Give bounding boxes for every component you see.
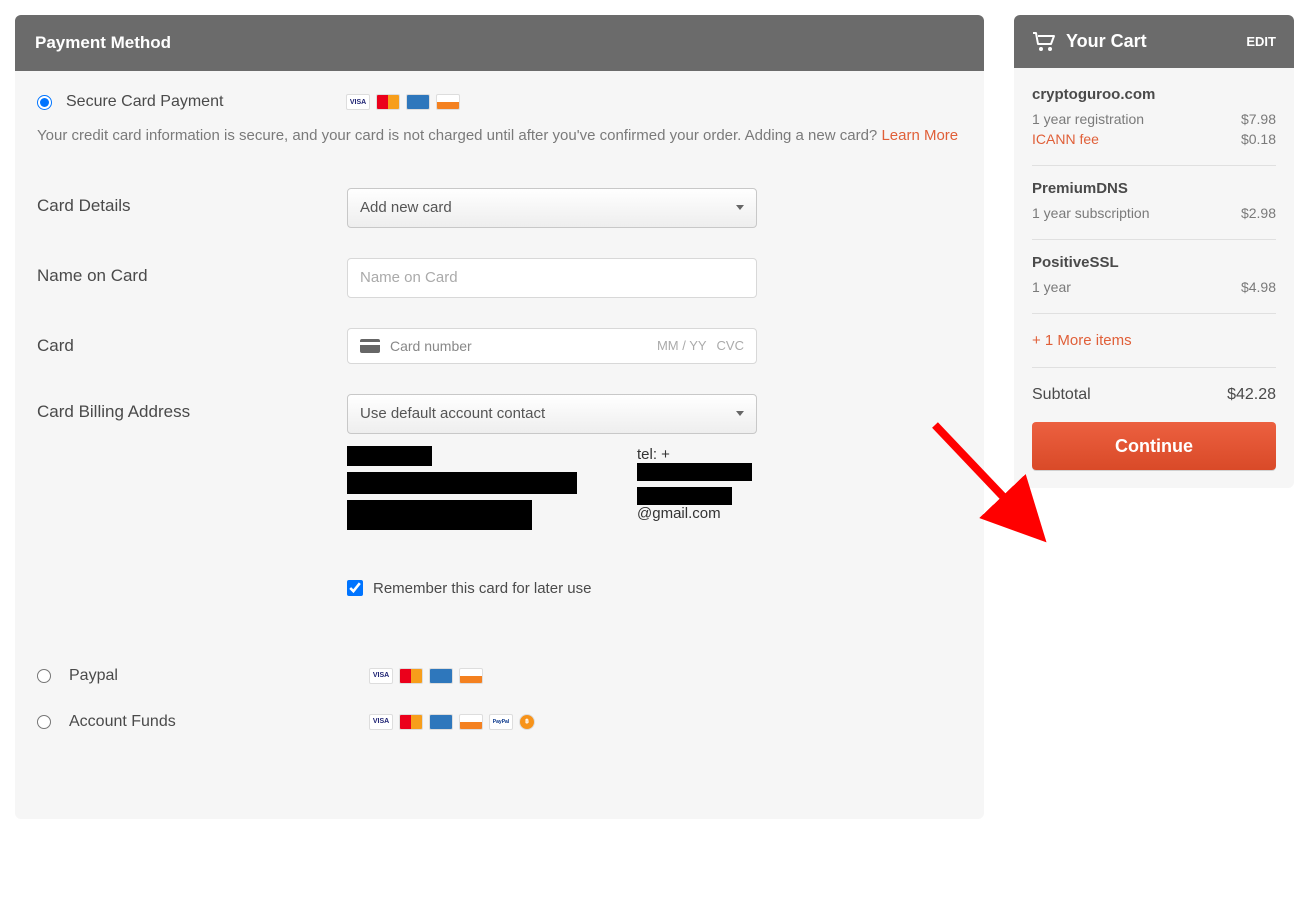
name-on-card-input[interactable] [347,258,757,298]
cart-item-line: 1 year$4.98 [1032,279,1276,295]
account-funds-radio[interactable] [37,715,51,729]
cart-item-line: ICANN fee$0.18 [1032,131,1276,147]
visa-icon: VISA [369,668,393,684]
cart-item-name: PositiveSSL [1032,254,1276,271]
cart-item-name: cryptoguroo.com [1032,86,1276,103]
billing-address-select[interactable]: Use default account contact [347,394,757,434]
paypal-radio[interactable] [37,669,51,683]
cart-item-line: 1 year subscription$2.98 [1032,205,1276,221]
cart-item: cryptoguroo.com 1 year registration$7.98 I… [1032,86,1276,166]
billing-address-label: Card Billing Address [37,394,347,422]
mastercard-icon [399,714,423,730]
card-logos: VISA [346,94,460,110]
subtotal-row: Subtotal $42.28 [1032,368,1276,422]
discover-icon [459,714,483,730]
card-details-label: Card Details [37,188,347,216]
visa-icon: VISA [369,714,393,730]
cart-item-name: PremiumDNS [1032,180,1276,197]
billing-contact-block: tel: + @gmail.com [347,446,757,530]
contact-email: @gmail.com [637,487,757,522]
amex-icon [406,94,430,110]
remember-card-label: Remember this card for later use [373,580,591,597]
discover-icon [436,94,460,110]
visa-icon: VISA [346,94,370,110]
card-label: Card [37,328,347,356]
mastercard-icon [376,94,400,110]
account-funds-label: Account Funds [69,713,369,731]
amex-icon [429,714,453,730]
cart-item-line: 1 year registration$7.98 [1032,111,1276,127]
remember-card-checkbox[interactable] [347,580,363,596]
contact-phone: tel: + [637,446,757,481]
redacted-address-1 [347,472,577,494]
cart-panel: Your Cart EDIT cryptoguroo.com 1 year reg… [1014,15,1294,488]
mastercard-icon [399,668,423,684]
paypal-icon: PayPal [489,714,513,730]
redacted-name [347,446,432,466]
discover-icon [459,668,483,684]
panel-title: Payment Method [15,15,984,71]
cart-item: PositiveSSL 1 year$4.98 [1032,240,1276,314]
card-details-select[interactable]: Add new card [347,188,757,228]
account-funds-logos: VISA PayPal ฿ [369,714,535,730]
payment-panel: Payment Method Secure Card Payment VISA … [15,15,984,819]
continue-button[interactable]: Continue [1032,422,1276,470]
card-number-input[interactable]: Card number MM / YY CVC [347,328,757,364]
chevron-down-icon [736,411,744,416]
redacted-phone [637,463,752,481]
bitcoin-icon: ฿ [519,714,535,730]
secure-card-label: Secure Card Payment [66,93,346,111]
cart-edit-link[interactable]: EDIT [1246,34,1276,49]
cart-title: Your Cart [1066,31,1147,52]
redacted-email [637,487,732,505]
paypal-label: Paypal [69,667,369,685]
cart-icon [1032,32,1056,52]
learn-more-link[interactable]: Learn More [881,127,958,144]
cart-item: PremiumDNS 1 year subscription$2.98 [1032,166,1276,240]
info-text: Your credit card information is secure, … [37,125,962,148]
card-icon [360,339,380,353]
more-items-link[interactable]: + 1 More items [1032,314,1276,368]
secure-card-radio[interactable] [37,95,52,110]
redacted-address-2 [347,500,532,530]
name-on-card-label: Name on Card [37,258,347,286]
amex-icon [429,668,453,684]
paypal-logos: VISA [369,668,483,684]
chevron-down-icon [736,205,744,210]
